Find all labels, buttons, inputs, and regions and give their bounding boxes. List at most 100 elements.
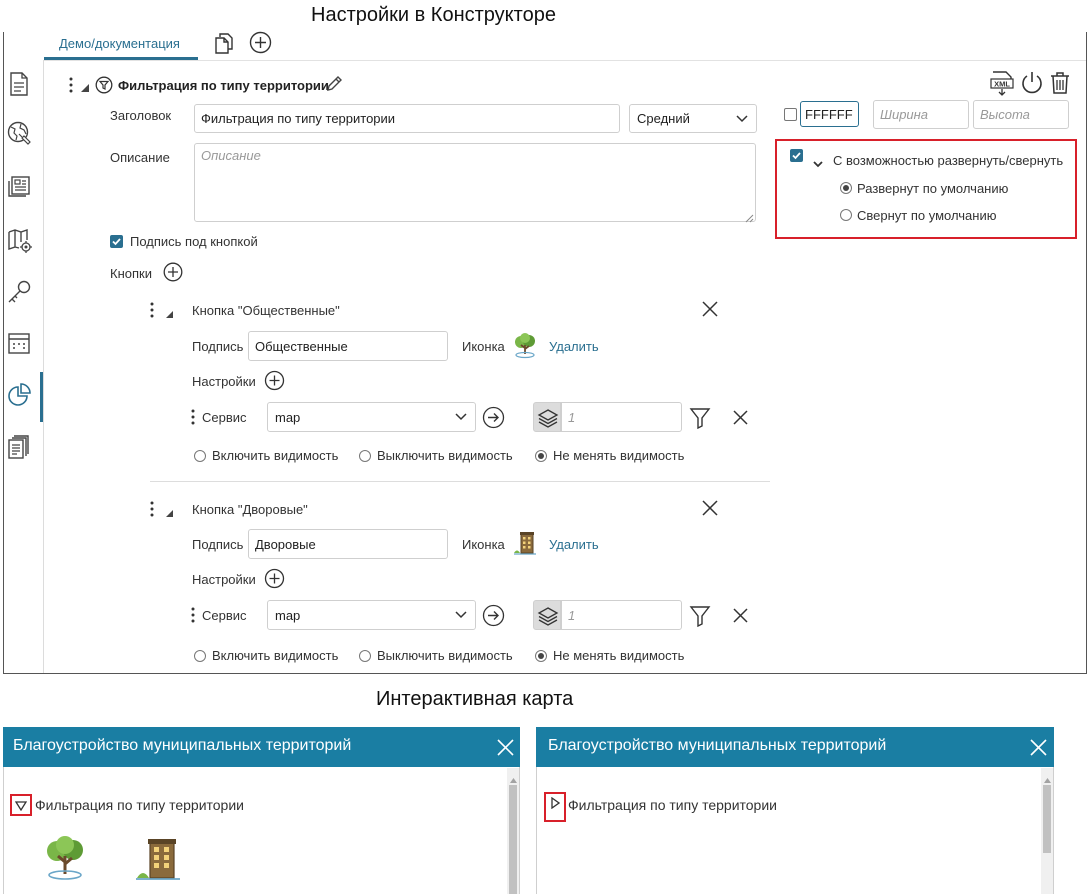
panel-1-header: Благоустройство муниципальных территорий bbox=[3, 727, 520, 767]
button-1-radio-vis-keep[interactable] bbox=[535, 450, 547, 462]
button-1-title: Кнопка "Общественные" bbox=[192, 303, 340, 318]
close-icon[interactable] bbox=[496, 738, 515, 760]
xml-icon[interactable]: XML bbox=[990, 70, 1014, 99]
pencil-icon[interactable] bbox=[325, 75, 343, 96]
button-1-vis-off-label: Выключить видимость bbox=[377, 448, 513, 463]
button-1-service-select[interactable]: map bbox=[267, 402, 476, 432]
button-2-caption-input[interactable] bbox=[248, 529, 448, 559]
height-input[interactable] bbox=[973, 100, 1069, 129]
drag-handle-icon[interactable] bbox=[69, 77, 73, 96]
add-settings-icon[interactable] bbox=[264, 568, 285, 592]
panel-2-scroll-thumb[interactable] bbox=[1043, 785, 1051, 853]
button-2-settings-label: Настройки bbox=[192, 572, 256, 587]
trash-icon[interactable] bbox=[1049, 71, 1071, 98]
add-settings-icon[interactable] bbox=[264, 370, 285, 394]
check-icon bbox=[112, 238, 121, 246]
button-1-service-value: map bbox=[275, 409, 301, 425]
filter-circle-icon bbox=[95, 76, 113, 97]
globe-icon[interactable] bbox=[7, 121, 31, 148]
check-icon bbox=[792, 152, 801, 160]
color-checkbox[interactable] bbox=[784, 108, 797, 121]
triangle-down-icon[interactable] bbox=[14, 799, 28, 814]
heading-input[interactable] bbox=[194, 104, 620, 133]
collapse-triangle-icon[interactable] bbox=[80, 81, 90, 96]
drag-handle-icon[interactable] bbox=[191, 607, 195, 626]
button-2-radio-vis-off[interactable] bbox=[359, 650, 371, 662]
key-icon[interactable] bbox=[7, 280, 31, 307]
pie-chart-icon[interactable] bbox=[7, 383, 33, 412]
caption-under-button-checkbox[interactable] bbox=[110, 235, 123, 248]
add-tab-icon[interactable] bbox=[249, 31, 272, 57]
button-1-layer-input[interactable] bbox=[561, 402, 682, 432]
tree-icon[interactable] bbox=[43, 836, 87, 885]
radio-expanded-default[interactable] bbox=[840, 182, 852, 194]
button-2-layer-input[interactable] bbox=[561, 600, 682, 630]
close-icon[interactable] bbox=[732, 409, 749, 429]
button-1-icon-label: Иконка bbox=[462, 339, 505, 354]
button-1-vis-keep-label: Не менять видимость bbox=[553, 448, 685, 463]
panel-1-scroll-thumb[interactable] bbox=[509, 785, 517, 894]
calendar-icon[interactable] bbox=[7, 331, 31, 358]
width-input[interactable] bbox=[873, 100, 969, 129]
close-icon[interactable] bbox=[732, 607, 749, 627]
color-input[interactable] bbox=[800, 101, 859, 127]
drag-handle-icon[interactable] bbox=[150, 302, 154, 321]
building-icon bbox=[513, 531, 537, 560]
pages-icon[interactable] bbox=[7, 434, 31, 463]
drag-handle-icon[interactable] bbox=[150, 501, 154, 520]
button-2-delete-icon-link[interactable]: Удалить bbox=[549, 537, 599, 552]
button-1-radio-vis-on[interactable] bbox=[194, 450, 206, 462]
button-2-caption-label: Подпись bbox=[192, 537, 244, 552]
button-2-service-select[interactable]: map bbox=[267, 600, 476, 630]
size-select[interactable]: Средний bbox=[629, 104, 757, 133]
tab-demo-docs[interactable]: Демо/документация bbox=[59, 36, 180, 51]
arrow-right-icon[interactable] bbox=[482, 604, 505, 630]
resize-handle-icon[interactable] bbox=[745, 211, 754, 226]
panel-2-title: Благоустройство муниципальных территорий bbox=[548, 737, 887, 754]
tree-icon bbox=[513, 333, 537, 362]
panel-1-filter-title: Фильтрация по типу территории bbox=[35, 797, 244, 813]
chevron-down-icon bbox=[455, 413, 467, 421]
filter-icon[interactable] bbox=[689, 605, 711, 630]
add-button-icon[interactable] bbox=[163, 262, 183, 285]
radio-collapsed-default[interactable] bbox=[840, 209, 852, 221]
map-settings-icon[interactable] bbox=[7, 228, 33, 257]
scroll-up-icon[interactable] bbox=[1044, 771, 1051, 786]
chevron-down-icon[interactable] bbox=[813, 156, 823, 171]
button-2-radio-vis-on[interactable] bbox=[194, 650, 206, 662]
panel-2-header: Благоустройство муниципальных территорий bbox=[536, 727, 1054, 767]
button-2-vis-keep-label: Не менять видимость bbox=[553, 648, 685, 663]
layers-icon bbox=[533, 402, 561, 432]
copy-icon[interactable] bbox=[214, 32, 234, 57]
document-icon[interactable] bbox=[9, 72, 29, 99]
panel-1-title: Благоустройство муниципальных территорий bbox=[13, 737, 352, 754]
buttons-label: Кнопки bbox=[110, 266, 152, 281]
close-icon[interactable] bbox=[701, 300, 719, 321]
button-1-caption-input[interactable] bbox=[248, 331, 448, 361]
button-2-vis-on-label: Включить видимость bbox=[212, 648, 339, 663]
collapse-triangle-icon[interactable] bbox=[165, 307, 174, 322]
heading-label: Заголовок bbox=[110, 108, 172, 123]
collapse-checkbox[interactable] bbox=[790, 149, 803, 162]
close-icon[interactable] bbox=[701, 499, 719, 520]
news-icon[interactable] bbox=[7, 175, 31, 202]
arrow-right-icon[interactable] bbox=[482, 406, 505, 432]
triangle-right-icon[interactable] bbox=[551, 796, 561, 812]
svg-text:XML: XML bbox=[994, 80, 1010, 89]
close-icon[interactable] bbox=[1029, 738, 1048, 760]
collapse-triangle-icon[interactable] bbox=[165, 506, 174, 521]
panel-2-filter-title: Фильтрация по типу территории bbox=[568, 797, 777, 813]
button-1-radio-vis-off[interactable] bbox=[359, 450, 371, 462]
button-1-delete-icon-link[interactable]: Удалить bbox=[549, 339, 599, 354]
button-2-radio-vis-keep[interactable] bbox=[535, 650, 547, 662]
description-label: Описание bbox=[110, 150, 170, 165]
radio-collapsed-label: Свернут по умолчанию bbox=[857, 208, 997, 223]
power-icon[interactable] bbox=[1020, 71, 1044, 98]
filter-icon[interactable] bbox=[689, 407, 711, 432]
map-section-title: Интерактивная карта bbox=[376, 688, 574, 710]
size-select-value: Средний bbox=[637, 111, 690, 126]
building-icon[interactable] bbox=[135, 838, 181, 887]
drag-handle-icon[interactable] bbox=[191, 409, 195, 428]
scroll-up-icon[interactable] bbox=[510, 771, 517, 786]
description-input[interactable] bbox=[194, 143, 756, 222]
